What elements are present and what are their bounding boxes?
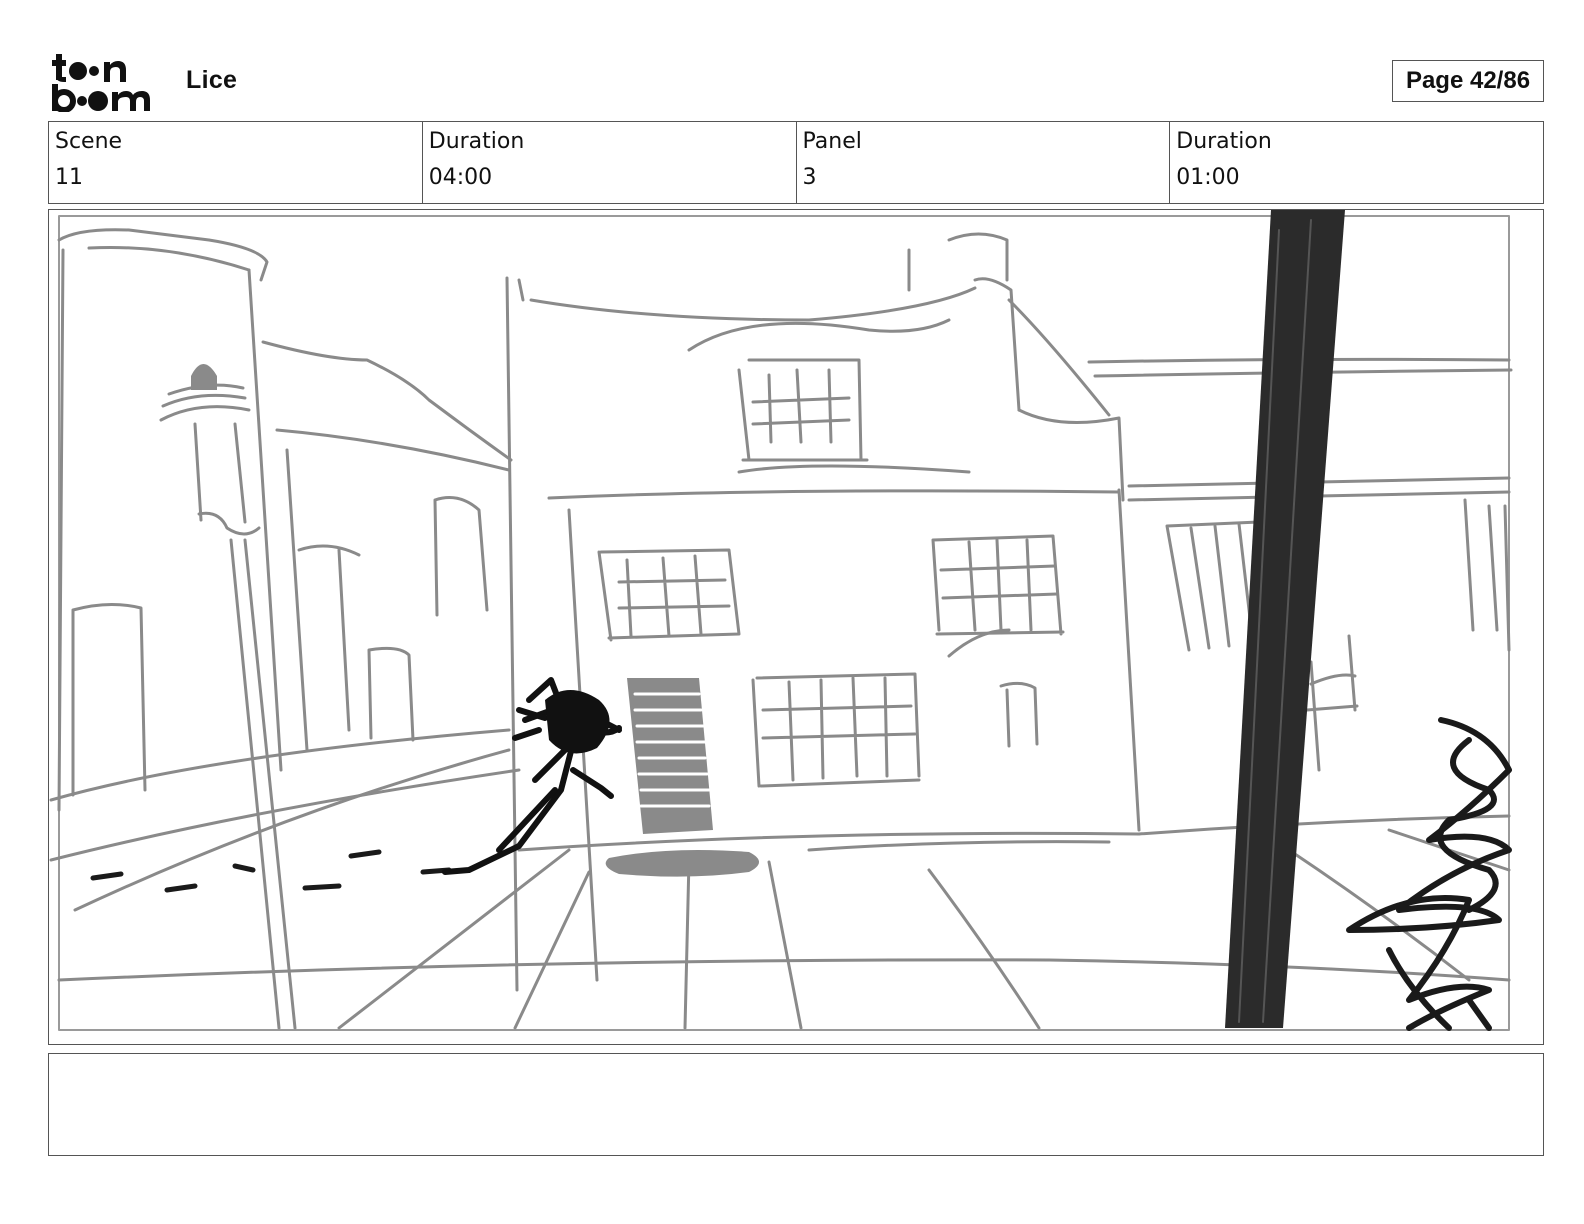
scene-duration-cell: Duration 04:00 [423, 122, 797, 203]
storyboard-sketch [49, 210, 1513, 1031]
panel-duration-value: 01:00 [1176, 165, 1240, 190]
panel-notes-box [48, 1053, 1544, 1156]
page-indicator-text: Page 42/86 [1405, 67, 1531, 94]
panel-cell: Panel 3 [797, 122, 1171, 203]
scene-label: Scene [55, 129, 123, 154]
page-indicator: Page 42/86 [1392, 60, 1544, 102]
project-title: Lice [186, 66, 238, 94]
scene-duration-value: 04:00 [428, 165, 493, 190]
scene-value: 11 [55, 165, 83, 190]
panel-label: Panel [802, 129, 862, 154]
scene-cell: Scene 11 [49, 122, 423, 203]
panel-info-table: Scene 11 Duration 04:00 Panel 3 Duration… [48, 121, 1544, 204]
panel-duration-cell: Duration 01:00 [1170, 122, 1543, 203]
panel-value: 3 [802, 165, 817, 190]
storyboard-panel [48, 209, 1544, 1045]
toon-boom-logo [52, 54, 150, 112]
panel-duration-label: Duration [1176, 129, 1272, 154]
scene-duration-label: Duration [428, 129, 525, 154]
